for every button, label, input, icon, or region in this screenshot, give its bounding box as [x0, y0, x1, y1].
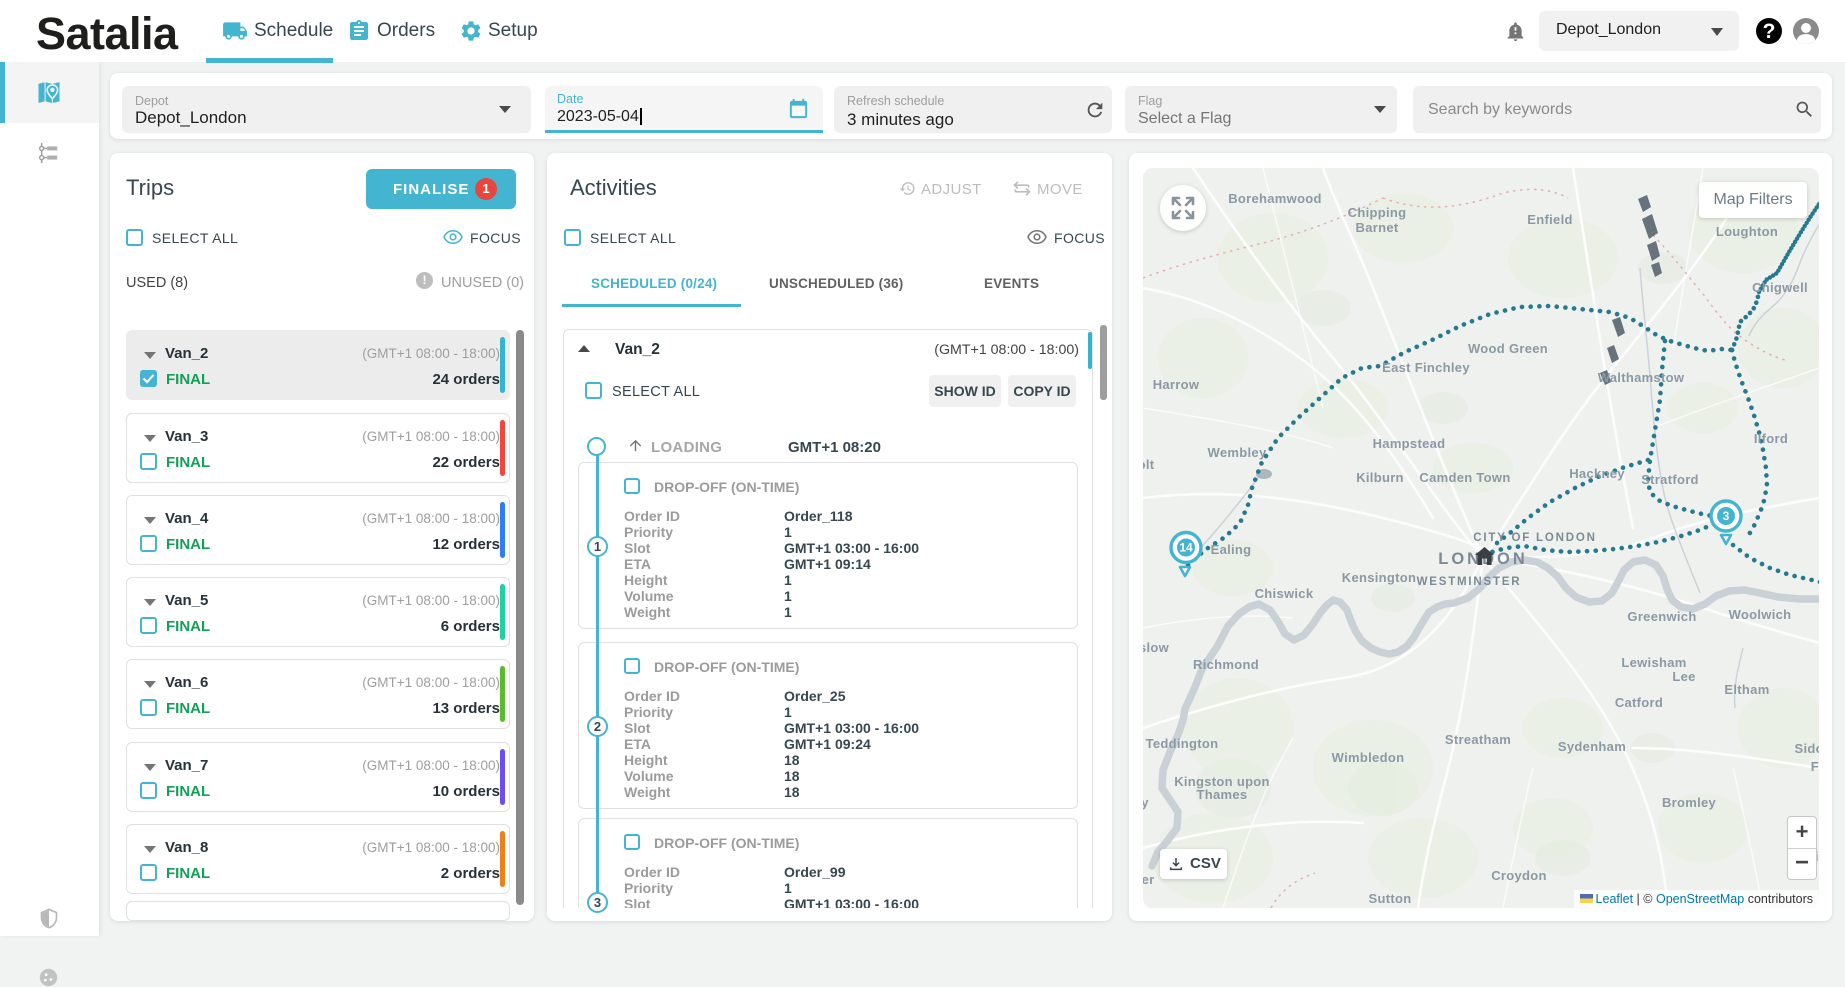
svg-text:Walthamstow: Walthamstow — [1598, 370, 1685, 385]
svg-text:Teddington: Teddington — [1146, 736, 1219, 751]
svg-text:Loughton: Loughton — [1716, 224, 1778, 239]
svg-text:Sidcu: Sidcu — [1795, 741, 1819, 756]
svg-text:Ealing: Ealing — [1211, 542, 1252, 557]
svg-text:Wood Green: Wood Green — [1468, 341, 1548, 356]
svg-text:3: 3 — [1723, 509, 1730, 523]
svg-text:er: er — [1143, 872, 1154, 887]
svg-text:Chigwell: Chigwell — [1752, 280, 1808, 295]
svg-text:Bromley: Bromley — [1662, 795, 1717, 810]
svg-text:Ilford: Ilford — [1754, 431, 1788, 446]
svg-text:Wimbledon: Wimbledon — [1332, 750, 1405, 765]
svg-text:olt: olt — [1143, 457, 1155, 472]
svg-text:Lewisham: Lewisham — [1621, 655, 1686, 670]
svg-text:Chipping: Chipping — [1348, 205, 1407, 220]
svg-text:Fo: Fo — [1811, 759, 1819, 774]
svg-text:Lee: Lee — [1672, 669, 1695, 684]
svg-text:Kensington: Kensington — [1342, 570, 1417, 585]
svg-text:Stratford: Stratford — [1641, 472, 1699, 487]
svg-text:Enfield: Enfield — [1527, 212, 1572, 227]
svg-text:East Finchley: East Finchley — [1382, 360, 1470, 375]
svg-text:y: y — [1143, 795, 1149, 810]
svg-text:Borehamwood: Borehamwood — [1228, 191, 1322, 206]
svg-text:Chiswick: Chiswick — [1255, 586, 1314, 601]
svg-text:CITY OF LONDON: CITY OF LONDON — [1473, 532, 1596, 544]
svg-text:Catford: Catford — [1615, 695, 1663, 710]
svg-text:Croydon: Croydon — [1491, 868, 1547, 883]
svg-text:Wembley: Wembley — [1208, 445, 1267, 460]
svg-text:WESTMINSTER: WESTMINSTER — [1417, 576, 1522, 588]
svg-text:Harrow: Harrow — [1153, 377, 1200, 392]
svg-text:Eltham: Eltham — [1724, 682, 1769, 697]
svg-text:Sutton: Sutton — [1369, 891, 1412, 906]
svg-text:Thames: Thames — [1197, 787, 1248, 802]
svg-text:Richmond: Richmond — [1193, 657, 1259, 672]
svg-text:Kilburn: Kilburn — [1356, 470, 1404, 485]
svg-text:slow: slow — [1143, 640, 1170, 655]
svg-text:Hackney: Hackney — [1569, 466, 1625, 481]
svg-text:Camden Town: Camden Town — [1419, 470, 1510, 485]
svg-text:Sydenham: Sydenham — [1558, 739, 1626, 754]
svg-text:Greenwich: Greenwich — [1627, 609, 1696, 624]
svg-text:14: 14 — [1179, 541, 1193, 555]
svg-text:Barnet: Barnet — [1356, 220, 1399, 235]
svg-text:Streatham: Streatham — [1445, 732, 1511, 747]
svg-text:Woolwich: Woolwich — [1729, 607, 1792, 622]
svg-text:Hampstead: Hampstead — [1373, 436, 1446, 451]
